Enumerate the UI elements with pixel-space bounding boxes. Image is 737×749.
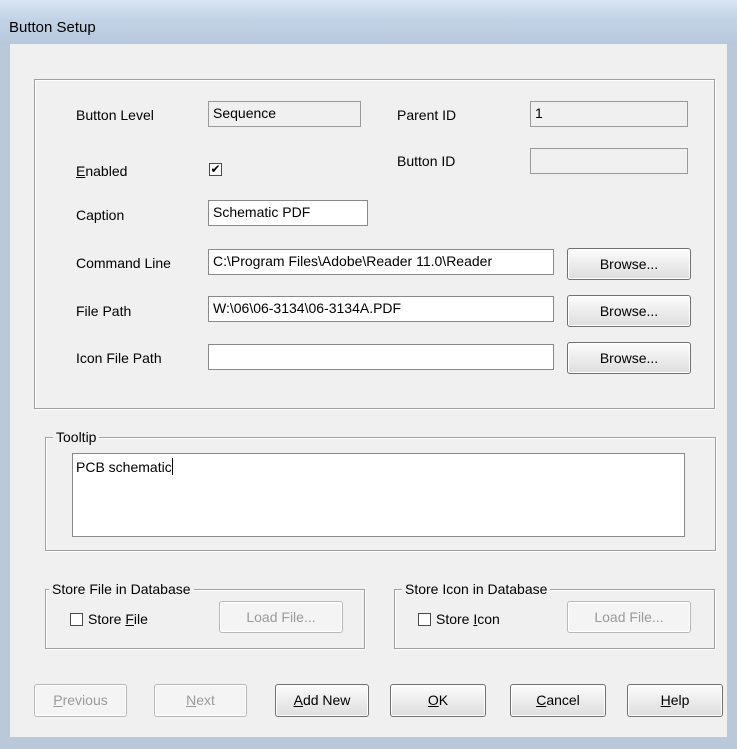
next-button[interactable]: Next [154,684,247,717]
button-id-label: Button ID [397,153,456,169]
icon-file-path-browse-button[interactable]: Browse... [567,342,691,374]
store-file-label: Store File [88,611,148,627]
store-icon-group: Store Icon in Database Store Icon Load F… [394,580,715,649]
window-title: Button Setup [9,19,96,36]
command-line-input[interactable]: C:\Program Files\Adobe\Reader 11.0\Reade… [208,249,554,275]
icon-file-path-label: Icon File Path [76,350,162,366]
store-file-group: Store File in Database Store File Load F… [45,580,365,649]
button-id-field [530,148,688,174]
settings-group: Button Level Sequence Parent ID 1 Enable… [34,79,715,409]
title-bar[interactable]: Button Setup [0,0,737,44]
tooltip-group: Tooltip PCB schematic [45,428,716,551]
store-icon-legend: Store Icon in Database [402,580,551,598]
store-file-legend: Store File in Database [49,580,194,598]
file-path-label: File Path [76,303,132,319]
tooltip-text: PCB schematic [76,459,172,475]
tooltip-textarea[interactable]: PCB schematic [72,453,685,537]
ok-button[interactable]: OK [390,684,486,717]
help-button[interactable]: Help [627,684,723,717]
button-level-field: Sequence [208,101,361,127]
enabled-checkbox[interactable]: ✔ [209,163,222,176]
command-line-browse-button[interactable]: Browse... [567,248,691,280]
store-file-load-button[interactable]: Load File... [219,601,343,633]
store-icon-label: Store Icon [436,611,500,627]
parent-id-label: Parent ID [397,107,457,123]
caption-input[interactable]: Schematic PDF [208,200,368,226]
caption-label: Caption [76,207,125,223]
button-level-label: Button Level [76,107,154,123]
cancel-button[interactable]: Cancel [510,684,606,717]
file-path-browse-button[interactable]: Browse... [567,295,691,327]
icon-file-path-input[interactable] [208,344,554,370]
file-path-input[interactable]: W:\06\06-3134\06-3134A.PDF [208,296,554,322]
store-file-checkbox[interactable] [70,613,83,626]
store-icon-checkbox[interactable] [418,613,431,626]
text-cursor [171,458,173,475]
add-new-button[interactable]: Add New [275,684,369,717]
tooltip-legend: Tooltip [53,428,100,446]
store-icon-load-button[interactable]: Load File... [567,601,691,633]
command-line-label: Command Line [76,255,171,271]
previous-button[interactable]: Previous [34,684,127,717]
dialog-client-area: Button Level Sequence Parent ID 1 Enable… [10,44,727,737]
enabled-label: Enabled [76,163,128,179]
parent-id-field: 1 [530,101,688,127]
